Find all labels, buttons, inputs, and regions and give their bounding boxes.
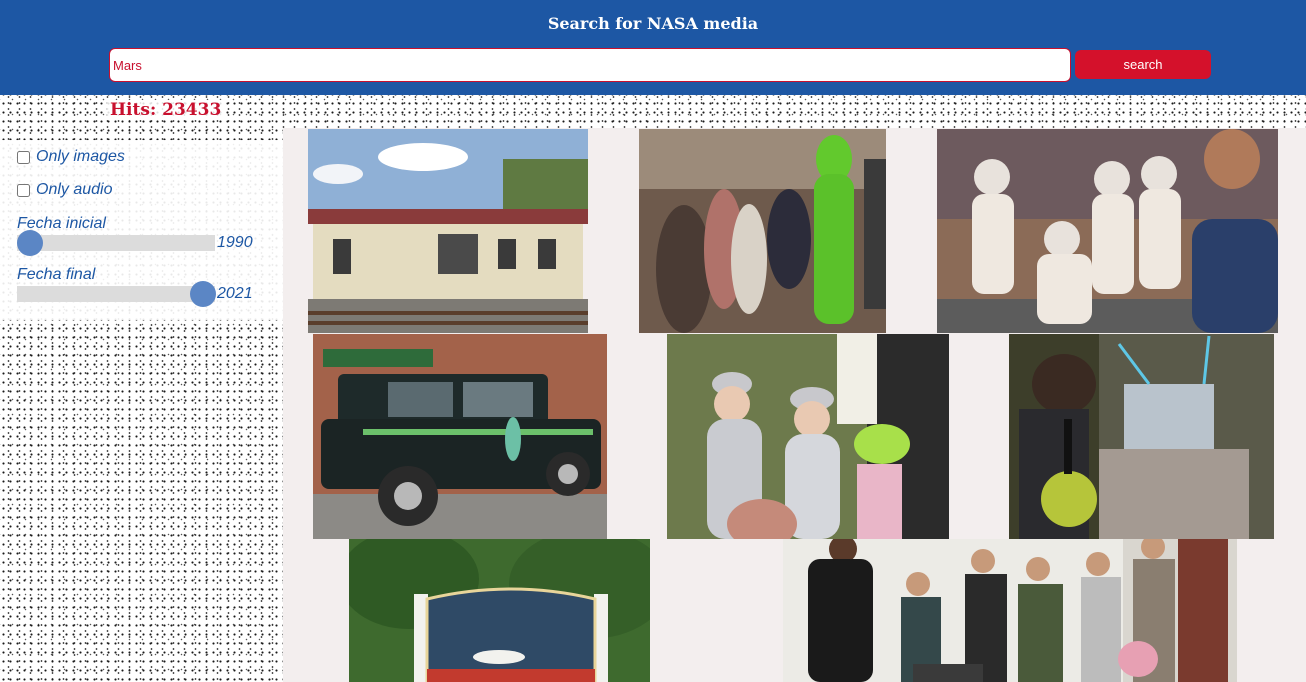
hits-count: Hits: 23433 <box>107 100 225 120</box>
result-image-robot-costume[interactable] <box>1009 334 1274 539</box>
result-image-event-group[interactable] <box>783 539 1237 682</box>
result-image-alien-costume[interactable] <box>639 129 886 333</box>
result-image-welcome-sign[interactable] <box>349 539 650 682</box>
page-title: Search for NASA media <box>547 14 759 33</box>
result-image-silver-costumes[interactable] <box>667 334 949 539</box>
only-images-checkbox[interactable] <box>17 150 30 164</box>
start-date-slider[interactable] <box>17 235 215 251</box>
end-date-value: 2021 <box>217 285 253 302</box>
only-audio-label: Only audio <box>36 181 113 198</box>
result-image-spacesuits[interactable] <box>937 129 1278 333</box>
only-audio-filter[interactable]: Only audio <box>17 181 113 199</box>
result-image-train-station[interactable] <box>308 129 588 333</box>
results-grid <box>283 128 1306 682</box>
search-button[interactable]: search <box>1075 50 1211 79</box>
result-image-alien-suv[interactable] <box>313 334 607 539</box>
end-date-slider[interactable] <box>17 286 215 302</box>
only-images-label: Only images <box>36 148 125 165</box>
start-date-slider-thumb[interactable] <box>17 230 43 256</box>
end-date-slider-thumb[interactable] <box>190 281 216 307</box>
app-header: Search for NASA media search <box>0 0 1306 95</box>
end-date-label: Fecha final <box>17 266 96 283</box>
filter-sidebar: Only images Only audio Fecha inicial 199… <box>0 140 283 320</box>
only-images-filter[interactable]: Only images <box>17 148 125 166</box>
start-date-value: 1990 <box>217 234 253 251</box>
only-audio-checkbox[interactable] <box>17 183 30 197</box>
search-input[interactable] <box>109 48 1071 82</box>
